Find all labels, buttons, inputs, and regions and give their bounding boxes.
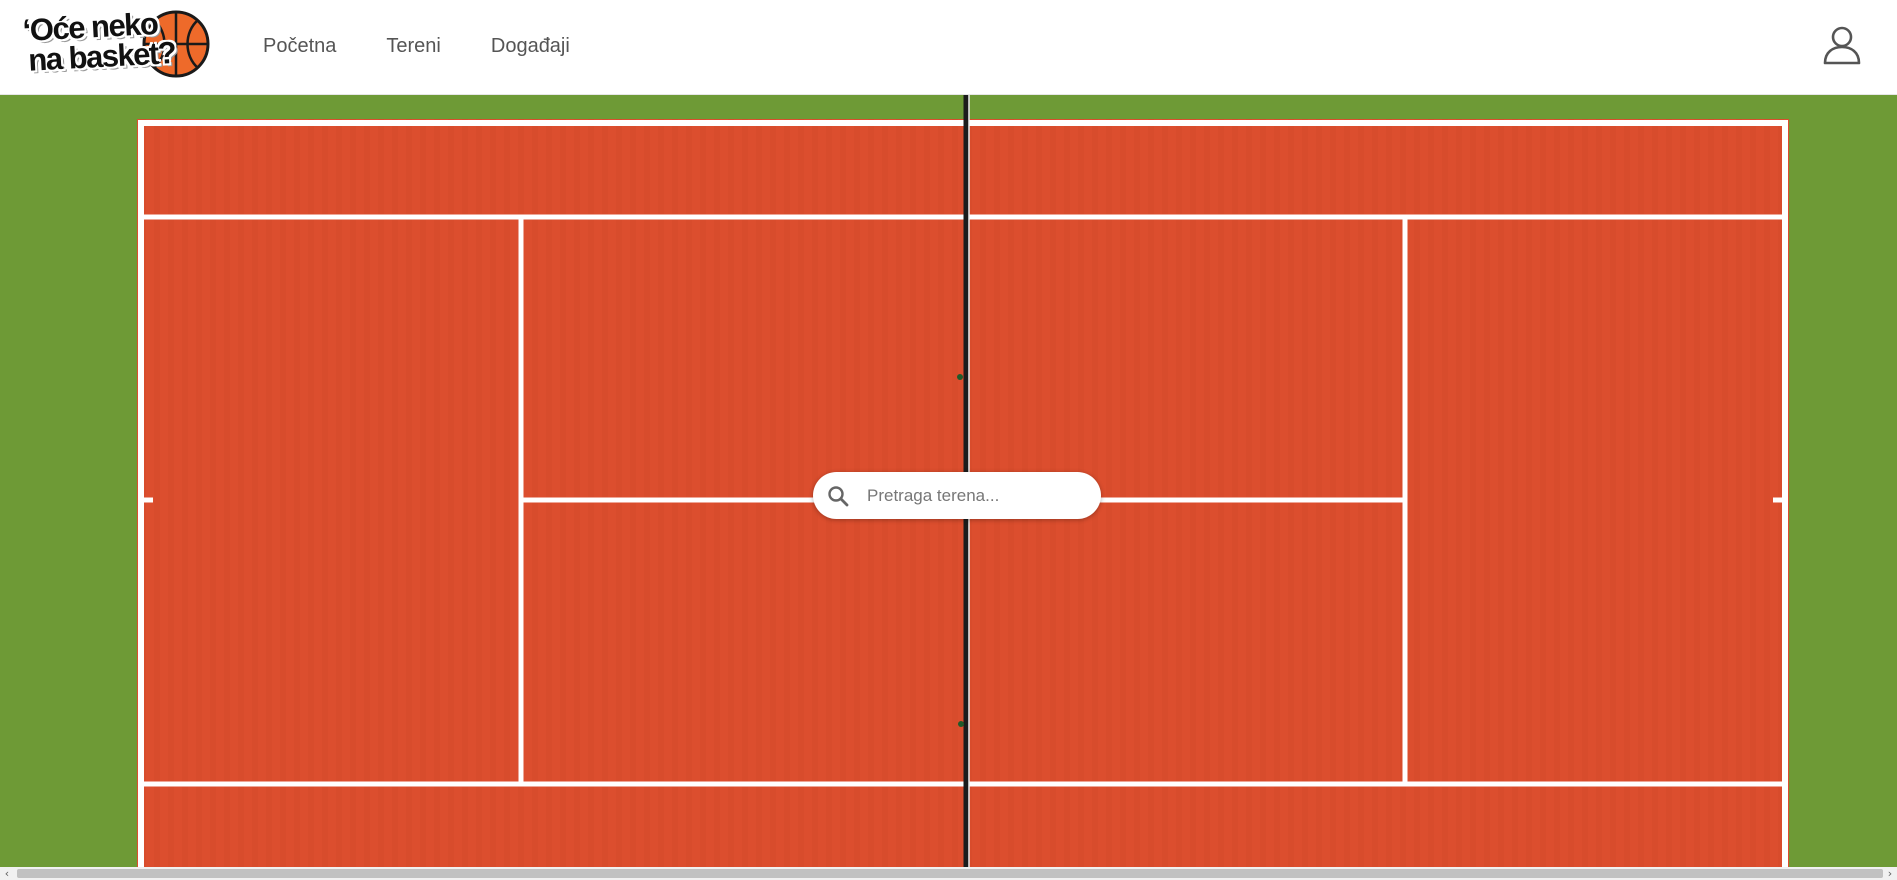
nav-item-pocetna[interactable]: Početna (263, 34, 336, 58)
scroll-thumb[interactable] (17, 869, 1883, 878)
scroll-right-arrow[interactable]: › (1883, 867, 1897, 880)
scroll-left-arrow[interactable]: ‹ (0, 867, 14, 880)
search-input[interactable] (865, 480, 1089, 512)
top-navbar: ‘Oće neko na basket? Početna Tereni Doga… (0, 0, 1897, 95)
site-logo[interactable]: ‘Oće neko na basket? (14, 6, 214, 94)
logo-line-2: na basket? (27, 35, 176, 78)
search-icon[interactable] (827, 485, 849, 507)
court-search[interactable] (813, 472, 1101, 519)
user-icon[interactable] (1822, 25, 1862, 65)
hero-court-background (0, 95, 1897, 867)
main-nav: Početna Tereni Događaji (263, 34, 570, 58)
logo-text: ‘Oće neko na basket? (22, 6, 176, 78)
nav-item-tereni[interactable]: Tereni (386, 34, 440, 58)
nav-item-dogadjaji[interactable]: Događaji (491, 34, 570, 58)
horizontal-scrollbar[interactable]: ‹ › (0, 867, 1897, 880)
